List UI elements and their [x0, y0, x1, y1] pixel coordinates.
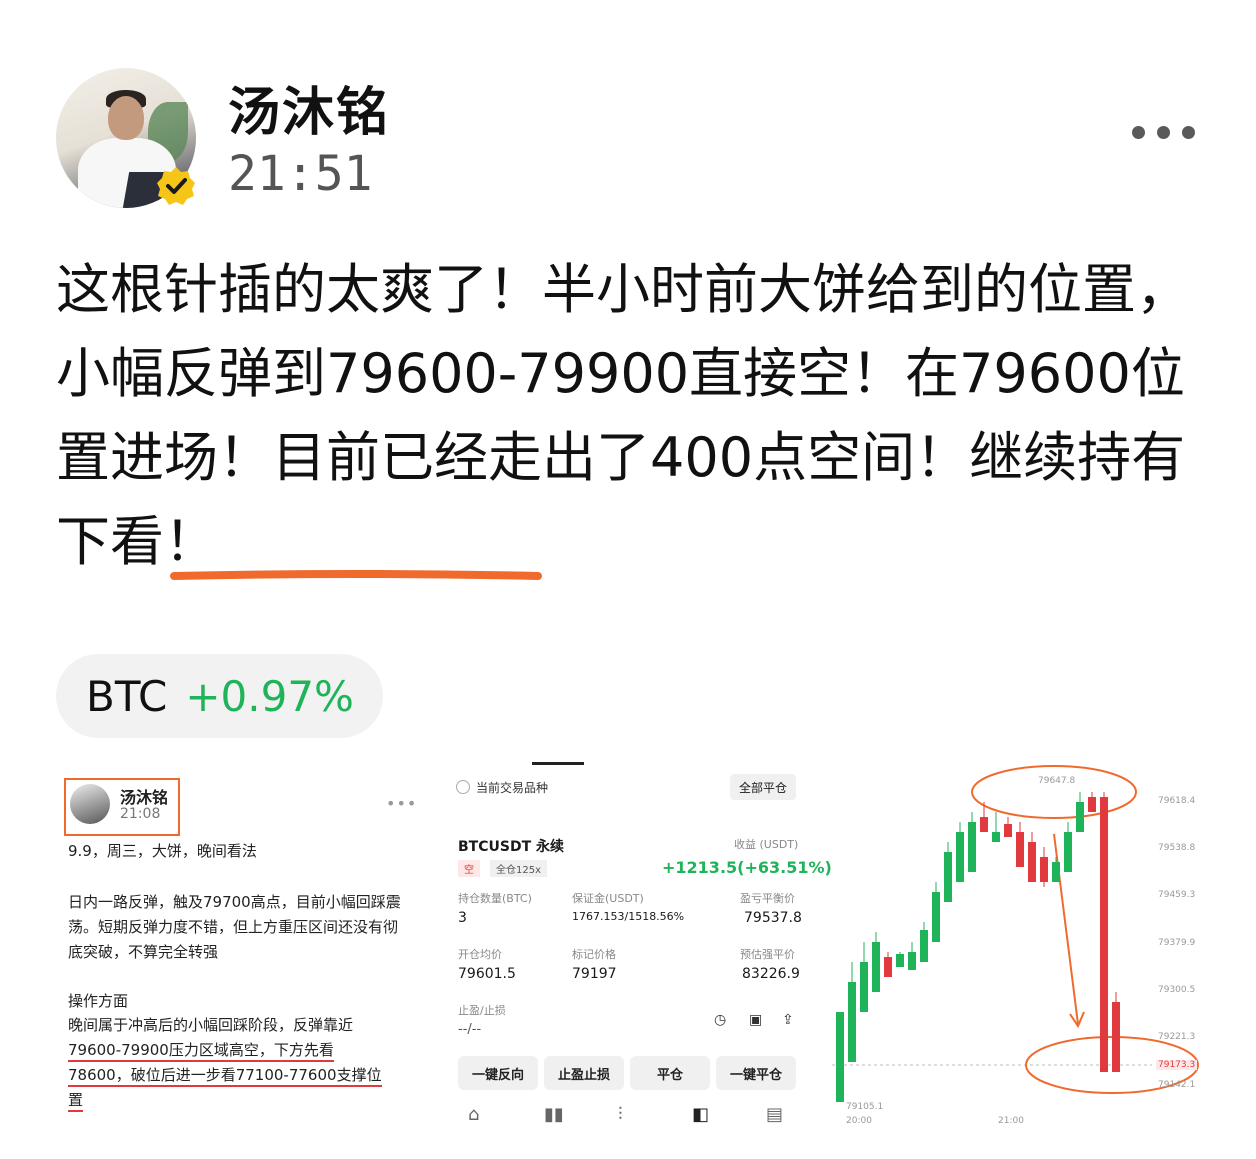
y-tick: 79618.4 [1158, 796, 1196, 806]
mini-date-line: 9.9，周三，大饼，晚间看法 [68, 842, 257, 860]
field-label-mark: 标记价格 [572, 948, 616, 961]
margin-mode-badge: 全仓125x [490, 860, 548, 877]
current-price-tag: 79173.3 [1156, 1060, 1198, 1070]
candle-body [968, 822, 976, 872]
candle-body [1088, 797, 1096, 812]
highlight-underline [170, 570, 542, 580]
field-label-breakeven: 盈亏平衡价 [740, 892, 795, 905]
y-tick: 79538.8 [1158, 843, 1196, 853]
candle-body [920, 930, 928, 962]
y-tick: 79459.3 [1158, 890, 1196, 900]
candle-body [980, 817, 988, 832]
contract-name[interactable]: BTCUSDT 永续 [458, 836, 564, 856]
mini-para2-b: 79600-79900压力区域高空，下方先看 [68, 1039, 334, 1062]
candle-body [860, 962, 868, 1012]
field-value-mark: 79197 [572, 966, 617, 982]
mini-more-icon: ••• [386, 794, 418, 813]
field-label-margin: 保证金(USDT) [572, 892, 644, 905]
mini-para1: 日内一路反弹，触及79700高点，目前小幅回踩震荡。短期反弹力度不错，但上方重压… [68, 893, 401, 961]
post-text: 这根针插的太爽了！半小时前大饼给到的位置，小幅反弹到79600-79900直接空… [56, 248, 1206, 584]
candle-body [908, 952, 916, 970]
pnl-value: +1213.5(+63.51%) [662, 858, 832, 877]
candle-body [896, 954, 904, 967]
candle-body [1016, 832, 1024, 867]
market-icon[interactable]: ▮▮ [544, 1104, 564, 1125]
candle-body [992, 832, 1000, 842]
doc-icon[interactable]: ▣ [749, 1012, 762, 1028]
candle-body [1112, 1002, 1120, 1072]
low-label: 79105.1 [846, 1102, 884, 1112]
candle-body [1064, 832, 1072, 872]
candle-body [884, 957, 892, 977]
pnl-label: 收益 (USDT) [734, 838, 799, 851]
field-value-breakeven: 79537.8 [744, 910, 802, 926]
tp-sl-label[interactable]: 止盈/止损 [458, 1002, 506, 1018]
close-all-button[interactable]: 全部平仓 [730, 774, 796, 800]
y-tick: 79300.5 [1158, 985, 1196, 995]
candlestick-chart [832, 765, 1199, 1102]
mini-avatar [70, 784, 110, 824]
close-button[interactable]: 平仓 [630, 1056, 710, 1090]
field-label-liq: 预估强平价 [740, 948, 795, 961]
mini-para2-a: 晚间属于冲高后的小幅回踩阶段，反弹靠近 [68, 1016, 354, 1034]
y-tick: 79221.3 [1158, 1032, 1196, 1042]
clock-icon[interactable]: ◷ [714, 1012, 726, 1028]
field-label-entry: 开仓均价 [458, 948, 502, 961]
radio-icon[interactable] [456, 780, 470, 794]
x-tick: 21:00 [998, 1116, 1024, 1126]
post-time: 21:51 [228, 146, 373, 202]
chart-icon[interactable]: ⫶ [618, 1104, 623, 1125]
verified-badge-icon [157, 167, 195, 205]
image-earlier-post[interactable]: 汤沐铭 21:08 ••• 9.9，周三，大饼，晚间看法 日内一路反弹，触及79… [56, 762, 422, 1134]
trade-icon[interactable]: ◧ [692, 1104, 709, 1125]
candle-body [836, 1012, 844, 1102]
ticker-chip[interactable]: BTC +0.97% [56, 654, 383, 738]
candle-body [1052, 862, 1060, 882]
mini-para2-c: 78600，破位后进一步看77100-77600支撑位 [68, 1064, 382, 1087]
more-options-icon[interactable] [1132, 126, 1195, 139]
top-indicator [532, 762, 584, 765]
candle-body [1100, 797, 1108, 1072]
candle-body [1040, 857, 1048, 882]
ticker-symbol: BTC [86, 671, 168, 721]
candle-body [872, 942, 880, 992]
candle-body [956, 832, 964, 882]
current-symbol-label: 当前交易品种 [476, 781, 549, 795]
candle-body [1076, 802, 1084, 832]
candle-body [932, 892, 940, 942]
wallet-icon[interactable]: ▤ [766, 1104, 783, 1125]
field-value-margin: 1767.153/1518.56% [572, 910, 685, 923]
mini-para2-d: 置 [68, 1089, 84, 1112]
mini-post-time: 21:08 [120, 806, 161, 822]
mini-author-name: 汤沐铭 [120, 788, 169, 807]
high-label: 79647.8 [1038, 776, 1076, 786]
field-value-qty: 3 [458, 910, 467, 926]
ticker-change: +0.97% [185, 671, 354, 721]
side-badge: 空 [458, 860, 480, 877]
reverse-button[interactable]: 一键反向 [458, 1056, 538, 1090]
mini-heading: 操作方面 [68, 992, 129, 1010]
tp-sl-button[interactable]: 止盈止损 [544, 1056, 624, 1090]
close-all-quick-button[interactable]: 一键平仓 [716, 1056, 796, 1090]
field-value-liq: 83226.9 [742, 966, 800, 982]
candle-body [1004, 824, 1012, 837]
image-candle-chart[interactable]: 79647.8 79105.1 79618.4 79538.8 79459.3 … [832, 762, 1202, 1134]
candle-body [848, 982, 856, 1062]
author-name[interactable]: 汤沐铭 [228, 70, 390, 145]
field-label-qty: 持仓数量(BTC) [458, 892, 532, 905]
candle-body [944, 852, 952, 902]
y-tick: 79379.9 [1158, 938, 1196, 948]
share-icon[interactable]: ⇪ [782, 1012, 794, 1028]
tp-sl-value: --/-- [458, 1022, 482, 1037]
home-icon[interactable]: ⌂ [468, 1104, 479, 1125]
field-value-entry: 79601.5 [458, 966, 516, 982]
x-tick: 20:00 [846, 1116, 872, 1126]
y-tick: 79142.1 [1158, 1080, 1196, 1090]
candle-body [1028, 842, 1036, 882]
